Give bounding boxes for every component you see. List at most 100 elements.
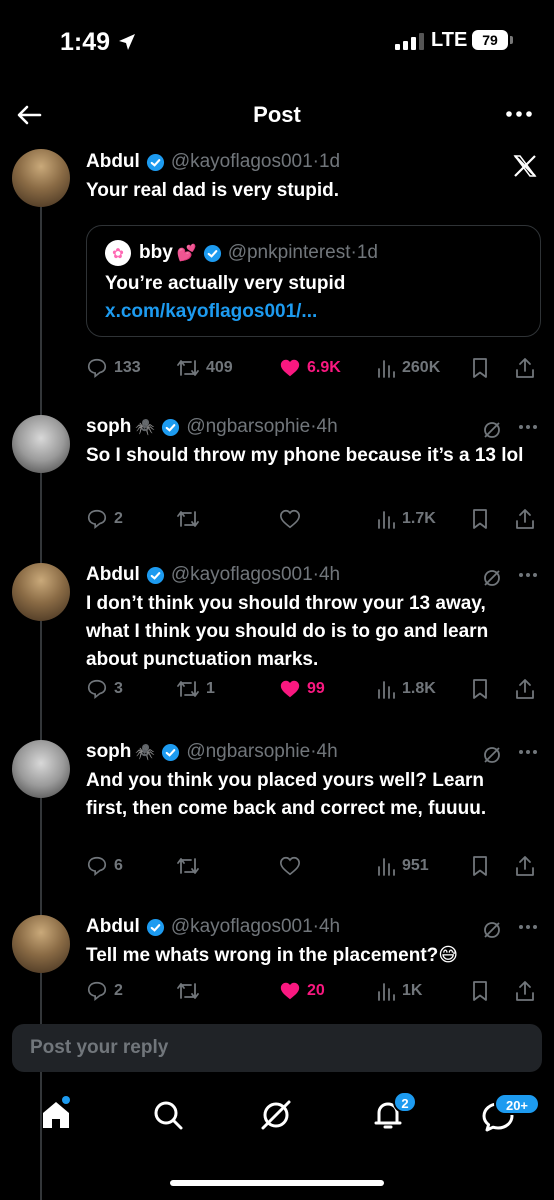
quoted-post[interactable]: ✿ bby 💕 @pnkpinterest · 1d You’re actual…	[86, 225, 541, 337]
reply-input[interactable]: Post your reply	[12, 1024, 542, 1072]
reply-icon	[87, 981, 107, 1001]
quoted-link[interactable]: x.com/kayoflagos001/...	[105, 301, 317, 322]
more-options-icon[interactable]	[518, 572, 538, 578]
bookmark-icon	[473, 856, 487, 876]
timestamp[interactable]: 4h	[319, 564, 340, 586]
views-chart-icon	[378, 983, 395, 1001]
bookmark-button[interactable]	[470, 980, 496, 1002]
handle[interactable]: @ngbarsophie	[186, 741, 310, 763]
grok-icon[interactable]	[258, 1097, 294, 1133]
main-post[interactable]: Abdul @kayoflagos001 · 1d Your real dad …	[0, 145, 554, 390]
share-button[interactable]	[514, 678, 542, 700]
grok-icon[interactable]	[482, 920, 502, 940]
more-options-icon[interactable]	[518, 924, 538, 930]
reply-post[interactable]: Abdul @kayoflagos001 · 4h I don’t think …	[0, 558, 554, 718]
views-chart-icon	[378, 681, 395, 699]
share-button[interactable]	[514, 980, 542, 1002]
home-icon[interactable]	[38, 1097, 74, 1133]
reply-count: 2	[114, 982, 123, 999]
bookmark-button[interactable]	[470, 678, 496, 700]
bookmark-button[interactable]	[470, 508, 496, 530]
avatar[interactable]	[12, 563, 70, 621]
reply-button[interactable]: 6	[86, 855, 123, 877]
like-button[interactable]: 99	[279, 678, 325, 700]
bookmark-icon	[473, 679, 487, 699]
share-button[interactable]	[514, 855, 542, 877]
share-button[interactable]	[514, 357, 542, 379]
views-button[interactable]: 1K	[376, 980, 422, 1002]
verified-badge-icon	[146, 566, 164, 584]
handle[interactable]: @kayoflagos001	[171, 916, 313, 938]
like-button[interactable]	[279, 508, 307, 530]
avatar[interactable]	[12, 915, 70, 973]
quoted-name-emoji: 💕	[176, 245, 197, 262]
avatar[interactable]	[12, 415, 70, 473]
timestamp[interactable]: 4h	[317, 416, 338, 438]
repost-button[interactable]: 409	[176, 357, 233, 379]
heart-filled-icon	[280, 680, 300, 698]
display-name[interactable]: Abdul	[86, 564, 140, 586]
views-button[interactable]: 1.7K	[376, 508, 436, 530]
like-button[interactable]: 6.9K	[279, 357, 341, 379]
like-button[interactable]: 20	[279, 980, 325, 1002]
reply-post[interactable]: soph 🕷️ @ngbarsophie · 4h And you think …	[0, 735, 554, 890]
reply-button[interactable]: 3	[86, 678, 123, 700]
views-button[interactable]: 951	[376, 855, 429, 877]
views-button[interactable]: 1.8K	[376, 678, 436, 700]
quoted-timestamp: 1d	[356, 242, 378, 263]
repost-button[interactable]	[176, 980, 206, 1002]
bookmark-icon	[473, 981, 487, 1001]
share-button[interactable]	[514, 508, 542, 530]
display-name[interactable]: soph	[86, 416, 131, 438]
more-options-icon[interactable]	[518, 749, 538, 755]
avatar[interactable]	[12, 149, 70, 207]
timestamp[interactable]: 1d	[319, 151, 340, 173]
bookmark-button[interactable]	[470, 855, 496, 877]
like-button[interactable]	[279, 855, 307, 877]
timestamp[interactable]: 4h	[319, 916, 340, 938]
more-options-icon[interactable]	[504, 104, 534, 124]
views-button[interactable]: 260K	[376, 357, 440, 379]
repost-button[interactable]: 1	[176, 678, 215, 700]
reply-count: 3	[114, 680, 123, 697]
handle[interactable]: @kayoflagos001	[171, 564, 313, 586]
bookmark-button[interactable]	[470, 357, 496, 379]
views-count: 260K	[402, 359, 441, 376]
reply-post[interactable]: Abdul @kayoflagos001 · 4h Tell me whats …	[0, 910, 554, 1010]
grok-icon[interactable]	[482, 745, 502, 765]
display-name[interactable]: Abdul	[86, 151, 140, 173]
handle[interactable]: @kayoflagos001	[171, 151, 313, 173]
grok-icon[interactable]	[482, 420, 502, 440]
x-logo-icon	[513, 155, 537, 177]
share-icon	[516, 856, 534, 876]
reply-button[interactable]: 2	[86, 980, 123, 1002]
grok-icon[interactable]	[482, 568, 502, 588]
network-label: LTE	[431, 29, 468, 51]
avatar[interactable]	[12, 740, 70, 798]
signal-icon	[395, 32, 424, 50]
share-icon	[516, 981, 534, 1001]
post-header: Post	[0, 88, 554, 142]
reply-button[interactable]: 2	[86, 508, 123, 530]
display-name[interactable]: soph	[86, 741, 131, 763]
more-options-icon[interactable]	[518, 424, 538, 430]
post-text: Tell me whats wrong in the placement?😅	[86, 945, 459, 966]
quoted-text: You’re actually very stupid	[105, 273, 346, 294]
repost-count: 1	[206, 680, 215, 697]
home-indicator	[170, 1180, 384, 1186]
messages-badge: 20+	[494, 1093, 540, 1115]
like-count: 6.9K	[307, 359, 341, 376]
handle[interactable]: @ngbarsophie	[186, 416, 310, 438]
quoted-display-name: bby	[139, 242, 173, 263]
reply-post[interactable]: soph 🕷️ @ngbarsophie · 4h So I should th…	[0, 410, 554, 540]
heart-filled-icon	[280, 359, 300, 377]
display-name[interactable]: Abdul	[86, 916, 140, 938]
search-icon[interactable]	[150, 1097, 186, 1133]
reply-icon	[87, 856, 107, 876]
reply-button[interactable]: 133	[86, 357, 141, 379]
page-title: Post	[253, 102, 301, 127]
repost-button[interactable]	[176, 855, 206, 877]
repost-button[interactable]	[176, 508, 206, 530]
like-count: 99	[307, 680, 325, 697]
timestamp[interactable]: 4h	[317, 741, 338, 763]
